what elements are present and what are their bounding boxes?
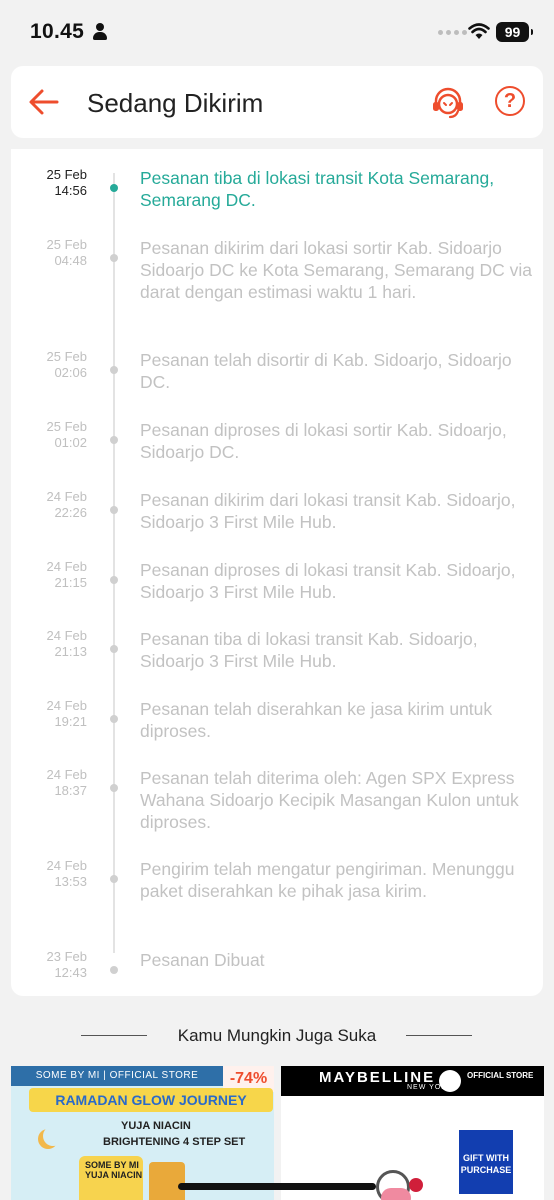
timeline-datetime: 25 Feb 04:48 <box>47 237 87 269</box>
store-label: SOME BY MI | OFFICIAL STORE <box>11 1066 223 1086</box>
timeline-description: Pesanan Dibuat <box>140 950 265 970</box>
timeline-datetime: 25 Feb 01:02 <box>47 419 87 451</box>
product-bottle-small <box>149 1162 185 1200</box>
timeline-dot <box>110 715 118 723</box>
timeline-date: 24 Feb <box>46 858 87 873</box>
timeline-time: 01:02 <box>54 435 87 450</box>
timeline-date: 23 Feb <box>46 949 87 964</box>
help-icon[interactable]: ? <box>495 86 525 116</box>
timeline-time: 18:37 <box>54 783 87 798</box>
wifi-icon <box>468 23 490 39</box>
timeline-dot <box>110 645 118 653</box>
moon-icon <box>43 1126 63 1146</box>
timeline-datetime: 24 Feb 22:26 <box>47 489 87 521</box>
product-line1: YUJA NIACIN <box>121 1120 191 1132</box>
timeline-time: 02:06 <box>54 365 87 380</box>
timeline-date: 25 Feb <box>46 167 87 182</box>
timeline-time: 22:26 <box>54 505 87 520</box>
brand-banner: MAYBELLINE NEW YORK OFFICIAL STORE <box>281 1066 544 1096</box>
timeline-description: Pesanan dikirim dari lokasi sortir Kab. … <box>140 238 532 302</box>
timeline-date: 25 Feb <box>46 419 87 434</box>
person-icon <box>92 23 108 41</box>
timeline-description: Pesanan tiba di lokasi transit Kota Sema… <box>140 168 495 210</box>
status-time: 10.45 <box>30 20 85 43</box>
timeline-dot <box>110 506 118 514</box>
timeline-datetime: 25 Feb 14:56 <box>47 167 87 199</box>
timeline-dot <box>110 254 118 262</box>
timeline-datetime: 24 Feb 21:13 <box>47 628 87 660</box>
gift-badge: GIFT WITH PURCHASE <box>459 1130 513 1194</box>
timeline-date: 25 Feb <box>46 349 87 364</box>
timeline-line <box>113 173 115 953</box>
timeline-date: 24 Feb <box>46 767 87 782</box>
timeline-datetime: 25 Feb 02:06 <box>47 349 87 381</box>
timeline-dot <box>110 576 118 584</box>
back-arrow-icon[interactable] <box>27 85 61 119</box>
timeline-datetime: 23 Feb 12:43 <box>47 949 87 981</box>
timeline-dot-active <box>110 184 118 192</box>
customer-service-icon[interactable] <box>430 85 466 121</box>
home-indicator[interactable] <box>178 1183 376 1190</box>
timeline-description: Pesanan diproses di lokasi transit Kab. … <box>140 560 516 602</box>
signal-icon <box>438 30 467 35</box>
battery-icon: 99 <box>496 22 533 42</box>
promo-banner: RAMADAN GLOW JOURNEY <box>29 1088 273 1112</box>
timeline-time: 13:53 <box>54 874 87 889</box>
bottle-label: SOME BY MI YUJA NIACIN <box>85 1160 143 1180</box>
timeline-description: Pesanan telah disortir di Kab. Sidoarjo,… <box>140 350 512 392</box>
timeline-datetime: 24 Feb 18:37 <box>47 767 87 799</box>
timeline-date: 24 Feb <box>46 698 87 713</box>
verified-badge-icon <box>439 1070 461 1092</box>
timeline-date: 24 Feb <box>46 628 87 643</box>
timeline-date: 24 Feb <box>46 559 87 574</box>
timeline-dot <box>110 784 118 792</box>
timeline-description: Pesanan telah diterima oleh: Agen SPX Ex… <box>140 768 519 832</box>
timeline-description: Pengirim telah mengatur pengiriman. Menu… <box>140 859 515 901</box>
timeline-date: 24 Feb <box>46 489 87 504</box>
timeline-time: 14:56 <box>54 183 87 198</box>
timeline-time: 04:48 <box>54 253 87 268</box>
timeline-time: 19:21 <box>54 714 87 729</box>
status-bar: 10.45 99 <box>0 0 554 62</box>
timeline-dot <box>110 366 118 374</box>
timeline-datetime: 24 Feb 13:53 <box>47 858 87 890</box>
timeline-dot <box>110 436 118 444</box>
timeline-time: 12:43 <box>54 965 87 980</box>
timeline-description: Pesanan diproses di lokasi sortir Kab. S… <box>140 420 507 462</box>
cherry-charm <box>409 1178 423 1192</box>
timeline-datetime: 24 Feb 19:21 <box>47 698 87 730</box>
timeline-description: Pesanan dikirim dari lokasi transit Kab.… <box>140 490 516 532</box>
tracking-timeline: 25 Feb 14:56 Pesanan tiba di lokasi transi… <box>11 149 543 996</box>
timeline-dot <box>110 875 118 883</box>
timeline-datetime: 24 Feb 21:15 <box>47 559 87 591</box>
timeline-dot <box>110 966 118 974</box>
recommendation-title: Kamu Mungkin Juga Suka <box>177 1026 377 1045</box>
page-title: Sedang Dikirim <box>87 88 264 118</box>
product-card-somebymi[interactable]: SOME BY MI | OFFICIAL STORE -74% RAMADAN… <box>11 1066 274 1200</box>
divider-right <box>406 1035 472 1036</box>
official-store-label: OFFICIAL STORE <box>467 1071 534 1080</box>
timeline-description: Pesanan tiba di lokasi transit Kab. Sido… <box>140 629 478 671</box>
product-line2: BRIGHTENING 4 STEP SET <box>103 1136 246 1148</box>
timeline-time: 21:13 <box>54 644 87 659</box>
timeline-date: 25 Feb <box>46 237 87 252</box>
keychain-charm <box>381 1188 411 1200</box>
app-header: Sedang Dikirim ? <box>11 66 543 138</box>
timeline-time: 21:15 <box>54 575 87 590</box>
recommendation-header: Kamu Mungkin Juga Suka <box>0 1024 554 1048</box>
product-card-maybelline[interactable]: MAYBELLINE NEW YORK OFFICIAL STORE GIFT … <box>281 1066 544 1200</box>
product-bottle: SOME BY MI YUJA NIACIN <box>79 1156 143 1200</box>
timeline-description: Pesanan telah diserahkan ke jasa kirim u… <box>140 699 493 741</box>
